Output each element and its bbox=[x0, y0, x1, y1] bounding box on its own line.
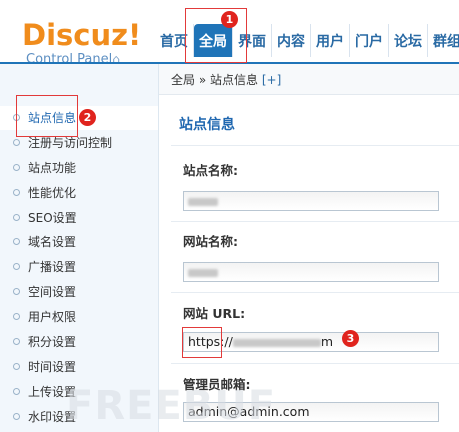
sidebar-item-label: SEO设置 bbox=[28, 211, 77, 225]
redacted-value bbox=[188, 268, 218, 277]
logo-text: Discuz! bbox=[22, 18, 142, 52]
bullet-icon bbox=[13, 313, 20, 320]
bullet-icon bbox=[13, 139, 20, 146]
sidebar-item-label: 时间设置 bbox=[28, 360, 77, 374]
bullet-icon bbox=[13, 363, 20, 370]
divider bbox=[171, 221, 459, 222]
annotation-box-url-https bbox=[182, 327, 222, 358]
sidebar-item-credits[interactable]: 积分设置 bbox=[0, 330, 158, 354]
annotation-box-site-info bbox=[16, 95, 78, 137]
breadcrumb-page: 站点信息 bbox=[210, 73, 259, 87]
website-url-label: 网站 URL: bbox=[183, 306, 246, 321]
bullet-icon bbox=[13, 189, 20, 196]
bullet-icon bbox=[13, 214, 20, 221]
breadcrumb-bar: 全局 » 站点信息 [+] bbox=[159, 64, 459, 95]
sidebar-item-label: 积分设置 bbox=[28, 335, 77, 349]
breadcrumb: 全局 » 站点信息 [+] bbox=[171, 71, 281, 88]
sidebar-item-seo[interactable]: SEO设置 bbox=[0, 206, 158, 230]
sidebar-item-label: 站点功能 bbox=[28, 161, 77, 175]
bullet-icon bbox=[13, 238, 20, 245]
site-name-input[interactable] bbox=[183, 191, 439, 211]
annotation-marker-1: 1 bbox=[221, 11, 238, 28]
sidebar-item-label: 性能优化 bbox=[28, 186, 77, 200]
nav-tab-portal[interactable]: 门户 bbox=[350, 24, 389, 57]
divider bbox=[171, 292, 459, 293]
sidebar-item-space[interactable]: 空间设置 bbox=[0, 280, 158, 304]
nav-tab-group[interactable]: 群组 bbox=[428, 24, 459, 57]
bullet-icon bbox=[13, 413, 20, 420]
site-name-label: 站点名称: bbox=[183, 163, 238, 178]
freebuf-watermark: FREEBUF bbox=[66, 383, 277, 429]
discuz-logo[interactable]: Discuz! Control Panel⌂ bbox=[22, 18, 142, 67]
nav-tab-users[interactable]: 用户 bbox=[311, 24, 350, 57]
annotation-marker-3: 3 bbox=[342, 330, 359, 347]
bullet-icon bbox=[13, 338, 20, 345]
page-title: 站点信息 bbox=[179, 117, 235, 133]
bullet-icon bbox=[13, 164, 20, 171]
redacted-value bbox=[232, 338, 321, 347]
website-name-label: 网站名称: bbox=[183, 234, 238, 249]
breadcrumb-section[interactable]: 全局 bbox=[171, 73, 195, 87]
sidebar-item-label: 空间设置 bbox=[28, 285, 77, 299]
bullet-icon bbox=[13, 388, 20, 395]
sidebar-item-domain[interactable]: 域名设置 bbox=[0, 230, 158, 254]
website-name-input[interactable] bbox=[183, 262, 439, 282]
annotation-marker-2: 2 bbox=[79, 109, 96, 126]
nav-tab-forum[interactable]: 论坛 bbox=[389, 24, 428, 57]
sidebar-item-broadcast[interactable]: 广播设置 bbox=[0, 255, 158, 279]
url-suffix: m bbox=[320, 334, 333, 349]
sidebar-item-label: 用户权限 bbox=[28, 310, 77, 324]
bullet-icon bbox=[13, 288, 20, 295]
sidebar-item-label: 广播设置 bbox=[28, 260, 77, 274]
divider bbox=[171, 363, 459, 364]
sidebar-item-permissions[interactable]: 用户权限 bbox=[0, 305, 158, 329]
add-shortcut-button[interactable]: [+] bbox=[262, 73, 281, 87]
breadcrumb-separator: » bbox=[198, 73, 207, 87]
redacted-value bbox=[188, 197, 218, 206]
sidebar-item-site-features[interactable]: 站点功能 bbox=[0, 156, 158, 180]
sidebar-item-time[interactable]: 时间设置 bbox=[0, 355, 158, 379]
main-content: 站点信息 站点名称: 网站名称: 网站 URL: https://m 管理员邮箱… bbox=[159, 95, 459, 432]
bullet-icon bbox=[13, 263, 20, 270]
divider bbox=[171, 145, 459, 146]
nav-tab-content[interactable]: 内容 bbox=[272, 24, 311, 57]
sidebar-item-label: 域名设置 bbox=[28, 235, 77, 249]
sidebar-item-performance[interactable]: 性能优化 bbox=[0, 181, 158, 205]
